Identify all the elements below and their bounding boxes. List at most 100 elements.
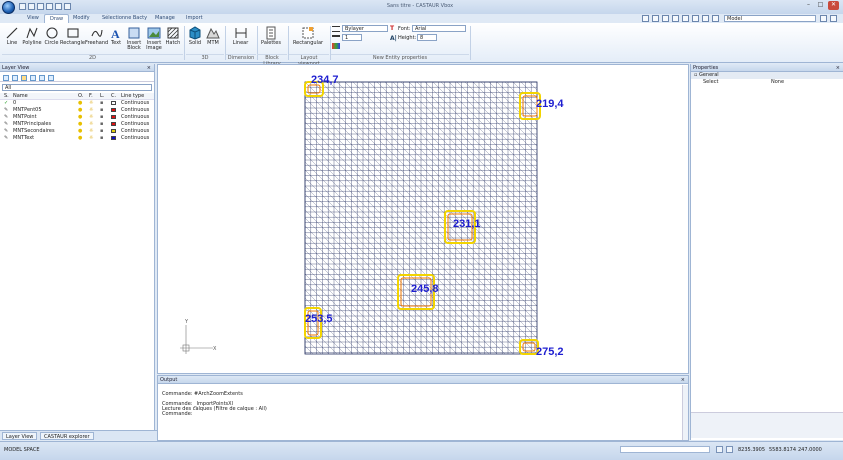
linear-dimension-tool[interactable]: Linear: [228, 24, 253, 52]
sun-icon[interactable]: ☼: [89, 135, 93, 142]
sun-icon[interactable]: ☼: [89, 114, 93, 121]
delete-layer-icon[interactable]: [12, 75, 18, 81]
snap-toggle-icon[interactable]: [716, 446, 723, 453]
freehand-tool[interactable]: Freehand: [85, 24, 108, 52]
layer-color-swatch[interactable]: [111, 129, 116, 133]
layer-status-icon[interactable]: ✓: [4, 100, 8, 107]
tab-import[interactable]: Import: [181, 14, 208, 23]
back-icon[interactable]: [642, 15, 649, 22]
undo-icon[interactable]: [46, 3, 53, 10]
palettes-tool[interactable]: Palettes: [259, 24, 283, 52]
col-freeze[interactable]: F.: [89, 93, 93, 100]
tab-draw[interactable]: Draw: [44, 14, 70, 23]
font-combo[interactable]: Arial: [412, 25, 466, 32]
forward-icon[interactable]: [652, 15, 659, 22]
lock-icon[interactable]: ▪: [100, 100, 103, 107]
layer-row[interactable]: ✎ MNTSecondaires ● ☼ ▪ Continuous: [0, 128, 154, 135]
polar-icon[interactable]: [712, 15, 719, 22]
grid-icon[interactable]: [682, 15, 689, 22]
layer-state-icon[interactable]: [30, 75, 36, 81]
grid-toggle-icon[interactable]: [726, 446, 733, 453]
layer-color-swatch[interactable]: [111, 101, 116, 105]
lock-icon[interactable]: ▪: [100, 114, 103, 121]
tab-modify[interactable]: Modify: [68, 14, 95, 23]
solid-tool[interactable]: Solid: [186, 24, 204, 52]
current-layer-icon[interactable]: [21, 75, 27, 81]
sun-icon[interactable]: ☼: [89, 107, 93, 114]
sun-icon[interactable]: ☼: [89, 121, 93, 128]
layer-settings-icon[interactable]: [48, 75, 54, 81]
layer-status-icon[interactable]: ✎: [4, 114, 8, 121]
col-linetype[interactable]: Line type: [121, 93, 144, 100]
layer-filter-icon[interactable]: [39, 75, 45, 81]
rectangular-viewport-tool[interactable]: Rectangular: [290, 24, 326, 52]
new-layer-icon[interactable]: [3, 75, 9, 81]
drawing-canvas[interactable]: 234,7 219,4 231,1 245,8 253,5 275,2 Y X: [157, 64, 689, 374]
sun-icon[interactable]: ☼: [89, 100, 93, 107]
height-combo[interactable]: 8: [417, 34, 437, 41]
mtm-tool[interactable]: MTM: [204, 24, 222, 52]
help-icon[interactable]: [830, 15, 837, 22]
layer-status-icon[interactable]: ✎: [4, 107, 8, 114]
col-status[interactable]: S.: [4, 93, 9, 100]
model-combo[interactable]: Model: [724, 15, 816, 22]
lightbulb-icon[interactable]: ●: [78, 128, 82, 135]
lock-icon[interactable]: ▪: [100, 135, 103, 142]
general-section[interactable]: ▫ General: [691, 72, 843, 79]
minimize-button[interactable]: –: [803, 1, 814, 10]
redo-icon[interactable]: [55, 3, 62, 10]
col-lock[interactable]: L.: [100, 93, 104, 100]
output-close-icon[interactable]: ⨯: [681, 376, 685, 384]
layer-color-swatch[interactable]: [111, 108, 116, 112]
lock-icon[interactable]: ▪: [100, 107, 103, 114]
layer-color-swatch[interactable]: [111, 115, 116, 119]
maximize-button[interactable]: □: [815, 1, 826, 10]
layer-filter-combo[interactable]: All: [2, 84, 152, 91]
rectangle-tool[interactable]: Rectangle: [60, 24, 85, 52]
property-row-select[interactable]: Select None: [691, 79, 843, 86]
col-on[interactable]: O.: [78, 93, 83, 100]
qat-dropdown-icon[interactable]: [64, 3, 71, 10]
color-icon[interactable]: [332, 43, 340, 49]
layer-row[interactable]: ✎ MNTPoint ● ☼ ▪ Continuous: [0, 114, 154, 121]
panel-pin-icon[interactable]: ⨯: [147, 64, 151, 72]
circle-tool[interactable]: Circle: [43, 24, 60, 52]
layer-color-swatch[interactable]: [111, 122, 116, 126]
tab-castaur-explorer[interactable]: CASTAUR explorer: [40, 432, 94, 440]
layer-icon[interactable]: [662, 15, 669, 22]
app-menu-button[interactable]: [2, 1, 15, 14]
drawing-svg[interactable]: 234,7 219,4 231,1 245,8 253,5 275,2 Y X: [158, 65, 688, 373]
polyline-tool[interactable]: Polyline: [21, 24, 43, 52]
insert-image-tool[interactable]: Insert Image: [144, 24, 164, 52]
tab-selectionne[interactable]: Sélectionne Bacty: [97, 14, 152, 23]
ortho-icon[interactable]: [692, 15, 699, 22]
hatch-tool[interactable]: Hatch: [164, 24, 182, 52]
open-file-icon[interactable]: [28, 3, 35, 10]
output-scrollbar[interactable]: [682, 385, 688, 440]
snap-icon[interactable]: [672, 15, 679, 22]
lightbulb-icon[interactable]: ●: [78, 107, 82, 114]
col-name[interactable]: Name: [13, 93, 28, 100]
save-icon[interactable]: [37, 3, 44, 10]
layer-status-icon[interactable]: ✎: [4, 128, 8, 135]
osnap-icon[interactable]: [702, 15, 709, 22]
lightbulb-icon[interactable]: ●: [78, 121, 82, 128]
tab-manage[interactable]: Manage: [150, 14, 180, 23]
properties-close-icon[interactable]: ⨯: [836, 64, 840, 72]
lightbulb-icon[interactable]: ●: [78, 114, 82, 121]
sun-icon[interactable]: ☼: [89, 128, 93, 135]
layer-row[interactable]: ✓ 0 ● ☼ ▪ Continuous: [0, 100, 154, 107]
layer-combo[interactable]: Bylayer: [342, 25, 388, 32]
text-tool[interactable]: A Text: [108, 24, 124, 52]
insert-block-tool[interactable]: Insert Block: [124, 24, 144, 52]
lightbulb-icon[interactable]: ●: [78, 100, 82, 107]
layer-row[interactable]: ✎ MNTPrincipales ● ☼ ▪ Continuous: [0, 121, 154, 128]
print-icon[interactable]: [820, 15, 827, 22]
line-tool[interactable]: Line: [3, 24, 21, 52]
layer-status-icon[interactable]: ✎: [4, 135, 8, 142]
lineweight-combo[interactable]: 1: [342, 34, 362, 41]
close-button[interactable]: ✕: [828, 1, 839, 10]
lock-icon[interactable]: ▪: [100, 121, 103, 128]
layer-row[interactable]: ✎ MNTText ● ☼ ▪ Continuous: [0, 135, 154, 142]
lock-icon[interactable]: ▪: [100, 128, 103, 135]
